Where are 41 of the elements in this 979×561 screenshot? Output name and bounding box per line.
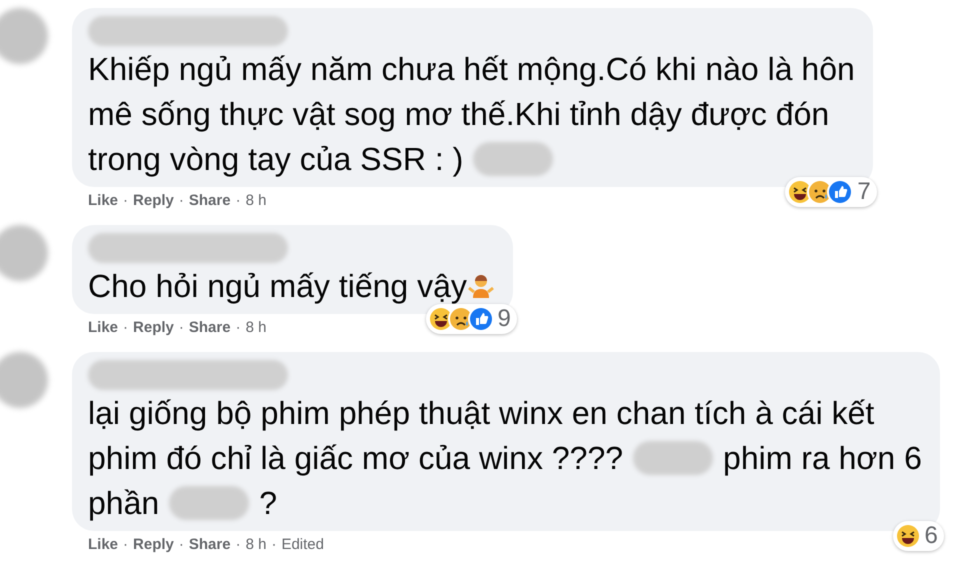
separator-dot: · xyxy=(123,534,128,555)
comment-text: Cho hỏi ngủ mấy tiếng vậy xyxy=(88,266,467,306)
separator-dot: · xyxy=(178,534,184,555)
action-link[interactable]: Reply xyxy=(133,316,174,340)
action-link[interactable]: Reply xyxy=(133,190,174,212)
action-link[interactable]: Like xyxy=(88,534,118,556)
separator-dot: · xyxy=(236,190,241,211)
action-link[interactable]: Like xyxy=(88,316,118,340)
avatar[interactable] xyxy=(0,8,48,64)
timestamp[interactable]: 8 h xyxy=(246,534,266,556)
separator-dot: · xyxy=(123,318,128,338)
action-link[interactable]: Share xyxy=(188,316,231,340)
action-link[interactable]: Share xyxy=(188,190,231,212)
comment-text: phim ra hơn 6 xyxy=(723,438,922,478)
edited-label: Edited xyxy=(281,534,324,555)
comment-text: phần xyxy=(88,484,160,523)
comment-text: ? xyxy=(259,484,277,522)
separator-dot: · xyxy=(178,318,184,338)
action-link[interactable]: Like xyxy=(88,190,118,212)
timestamp[interactable]: 8 h xyxy=(246,316,266,340)
timestamp[interactable]: 8 h xyxy=(246,190,266,212)
action-link[interactable]: Reply xyxy=(133,534,174,556)
thumbs-up-icon xyxy=(827,179,854,205)
action-link[interactable]: Share xyxy=(188,534,231,556)
separator-dot: · xyxy=(178,190,184,211)
comment-text: phim đó chỉ là giấc mơ của winx ???? xyxy=(88,438,624,478)
separator-dot: · xyxy=(271,534,276,555)
comment-text: Khiếp ngủ mấy năm chưa hết mộng.Có khi nào là hôn xyxy=(88,50,855,89)
comment-text: mê sống thực vật sog mơ thế.Khi tỉnh dậy được đón xyxy=(88,94,830,134)
reactions-badge[interactable]: 6 xyxy=(892,521,944,551)
comment-text: trong vòng tay của SSR : ) xyxy=(88,140,464,179)
avatar[interactable] xyxy=(0,225,48,281)
reactions-badge[interactable]: 9 xyxy=(426,304,517,334)
thumbs-up-icon xyxy=(468,306,494,332)
separator-dot: · xyxy=(123,190,128,211)
separator-dot: · xyxy=(236,534,241,555)
comment-text: lại giống bộ phim phép thuật winx en chan tích à cái kết xyxy=(88,394,874,433)
reactions-badge[interactable]: 7 xyxy=(785,177,877,207)
avatar[interactable] xyxy=(0,352,48,408)
laughing-face-icon xyxy=(894,523,921,549)
separator-dot: · xyxy=(236,318,241,338)
